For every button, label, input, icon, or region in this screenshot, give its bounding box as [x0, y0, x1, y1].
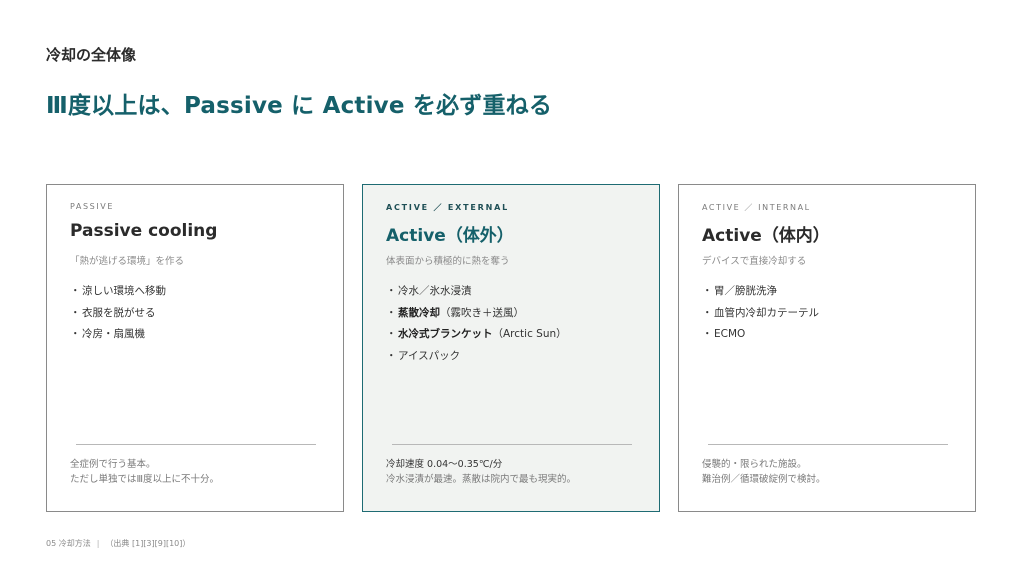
item-text: （Arctic Sun） — [492, 328, 567, 340]
page-title: Ⅲ度以上は、Passive に Active を必ず重ねる — [46, 93, 553, 119]
card-title: Active（体内） — [702, 226, 830, 246]
list-item: ・冷房・扇風機 — [70, 328, 145, 340]
item-text: 涼しい環境へ移動 — [82, 285, 166, 297]
item-text: ECMO — [714, 328, 746, 340]
card-list: ・冷水／氷水浸漬 ・蒸散冷却（霧吹き＋送風） ・水冷式ブランケット（Arctic… — [386, 283, 567, 369]
card-list: ・胃／膀胱洗浄 ・血管内冷却カテーテル ・ ECMO — [702, 283, 819, 348]
footer: 05 冷却方法 | （出典 [1][3][9][10]） — [46, 538, 190, 549]
card-list: ・涼しい環境へ移動 ・衣服を脱がせる ・冷房・扇風機 — [70, 283, 166, 348]
item-bold: 水冷式ブランケット — [398, 328, 493, 340]
item-text: 冷水／氷水浸漬 — [398, 285, 472, 297]
list-item: ・胃／膀胱洗浄 — [702, 285, 777, 297]
note-line: ただし単独ではⅢ度以上に不十分。 — [70, 474, 220, 485]
card-title: Active（体外） — [386, 226, 514, 246]
card-subtitle: デバイスで直接冷却する — [702, 256, 807, 267]
card-divider — [392, 444, 632, 445]
card-divider — [76, 444, 316, 445]
card-divider — [708, 444, 948, 445]
card-active-external: ACTIVE ／ EXTERNAL Active（体外） 体表面から積極的に熱を… — [362, 184, 660, 512]
list-item: ・水冷式ブランケット（Arctic Sun） — [386, 328, 567, 340]
list-item: ・冷水／氷水浸漬 — [386, 285, 472, 297]
list-item: ・血管内冷却カテーテル — [702, 306, 819, 319]
card-note: 全症例で行う基本。 ただし単独ではⅢ度以上に不十分。 — [70, 457, 219, 487]
note-line: 冷水浸漬が最速。蒸散は院内で最も現実的。 — [386, 474, 577, 485]
list-item: ・衣服を脱がせる — [70, 306, 156, 319]
card-subtitle: 体表面から積極的に熱を奪う — [386, 256, 510, 267]
item-text: 胃／膀胱洗浄 — [714, 285, 777, 297]
item-text: 血管内冷却カテーテル — [714, 306, 819, 319]
list-item: ・蒸散冷却（霧吹き＋送風） — [386, 306, 524, 319]
list-item: ・アイスパック — [386, 349, 461, 362]
card-subtitle: 「熱が逃げる環境」を作る — [70, 256, 185, 267]
note-line: 侵襲的・限られた施設。 — [702, 459, 807, 470]
card-active-internal: ACTIVE ／ INTERNAL Active（体内） デバイスで直接冷却する… — [678, 184, 976, 512]
section-title: 冷却の全体像 — [46, 46, 137, 64]
item-text: 冷房・扇風機 — [82, 328, 145, 340]
item-text: （霧吹き＋送風） — [440, 306, 524, 319]
card-passive: PASSIVE Passive cooling 「熱が逃げる環境」を作る ・涼し… — [46, 184, 344, 512]
card-note: 侵襲的・限られた施設。 難治例／循環破綻例で検討。 — [702, 457, 826, 487]
card-note: 冷却速度 0.04〜0.35℃/分 冷水浸漬が最速。蒸散は院内で最も現実的。 — [386, 457, 576, 487]
list-item: ・涼しい環境へ移動 — [70, 285, 166, 297]
card-kicker: ACTIVE ／ EXTERNAL — [386, 203, 510, 212]
card-kicker: PASSIVE — [70, 202, 115, 211]
item-text: アイスパック — [398, 349, 461, 362]
footer-page-label: 05 冷却方法 — [46, 539, 91, 548]
footer-separator: | — [96, 539, 100, 548]
note-line: 難治例／循環破綻例で検討。 — [702, 474, 826, 485]
item-text: 衣服を脱がせる — [82, 306, 156, 319]
note-line: 冷却速度 0.04〜0.35℃/分 — [386, 459, 503, 470]
list-item: ・ ECMO — [702, 328, 746, 340]
item-bold: 蒸散冷却 — [398, 306, 440, 319]
card-title: Passive cooling — [70, 221, 218, 241]
footer-source: （出典 [1][3][9][10]） — [105, 539, 191, 548]
card-kicker: ACTIVE ／ INTERNAL — [702, 203, 811, 212]
note-line: 全症例で行う基本。 — [70, 459, 156, 470]
